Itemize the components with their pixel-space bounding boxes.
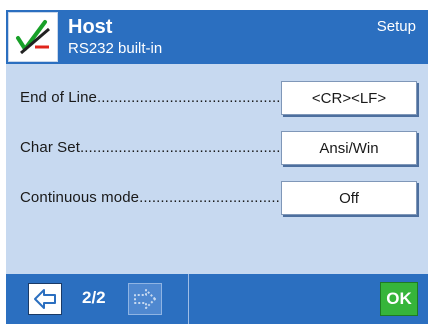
next-page-button[interactable] — [128, 283, 162, 315]
page-title: Host — [68, 16, 113, 38]
ok-button[interactable]: OK — [380, 282, 418, 316]
end-of-line-button[interactable]: <CR><LF> — [281, 81, 417, 115]
char-set-button[interactable]: Ansi/Win — [281, 131, 417, 165]
continuous-mode-button[interactable]: Off — [281, 181, 417, 215]
page-subtitle: RS232 built-in — [68, 40, 163, 57]
section-label: Setup — [376, 18, 416, 35]
arrow-left-icon — [34, 289, 56, 309]
host-setup-screen: Host RS232 built-in Setup End of Line...… — [0, 0, 434, 329]
footer-bar: 2/2 OK — [6, 274, 428, 324]
setting-label-end-of-line: End of Line.............................… — [20, 89, 282, 106]
previous-page-button[interactable] — [28, 283, 62, 315]
settings-panel: End of Line.............................… — [6, 64, 428, 274]
header-bar: Host RS232 built-in Setup — [6, 10, 428, 64]
arrow-right-icon — [134, 289, 156, 309]
setting-label-continuous-mode: Continuous mode.........................… — [20, 189, 282, 206]
footer-divider — [188, 274, 189, 324]
setting-label-char-set: Char Set................................… — [20, 139, 282, 156]
checkmark-pen-icon — [8, 12, 58, 62]
page-indicator: 2/2 — [82, 288, 106, 307]
